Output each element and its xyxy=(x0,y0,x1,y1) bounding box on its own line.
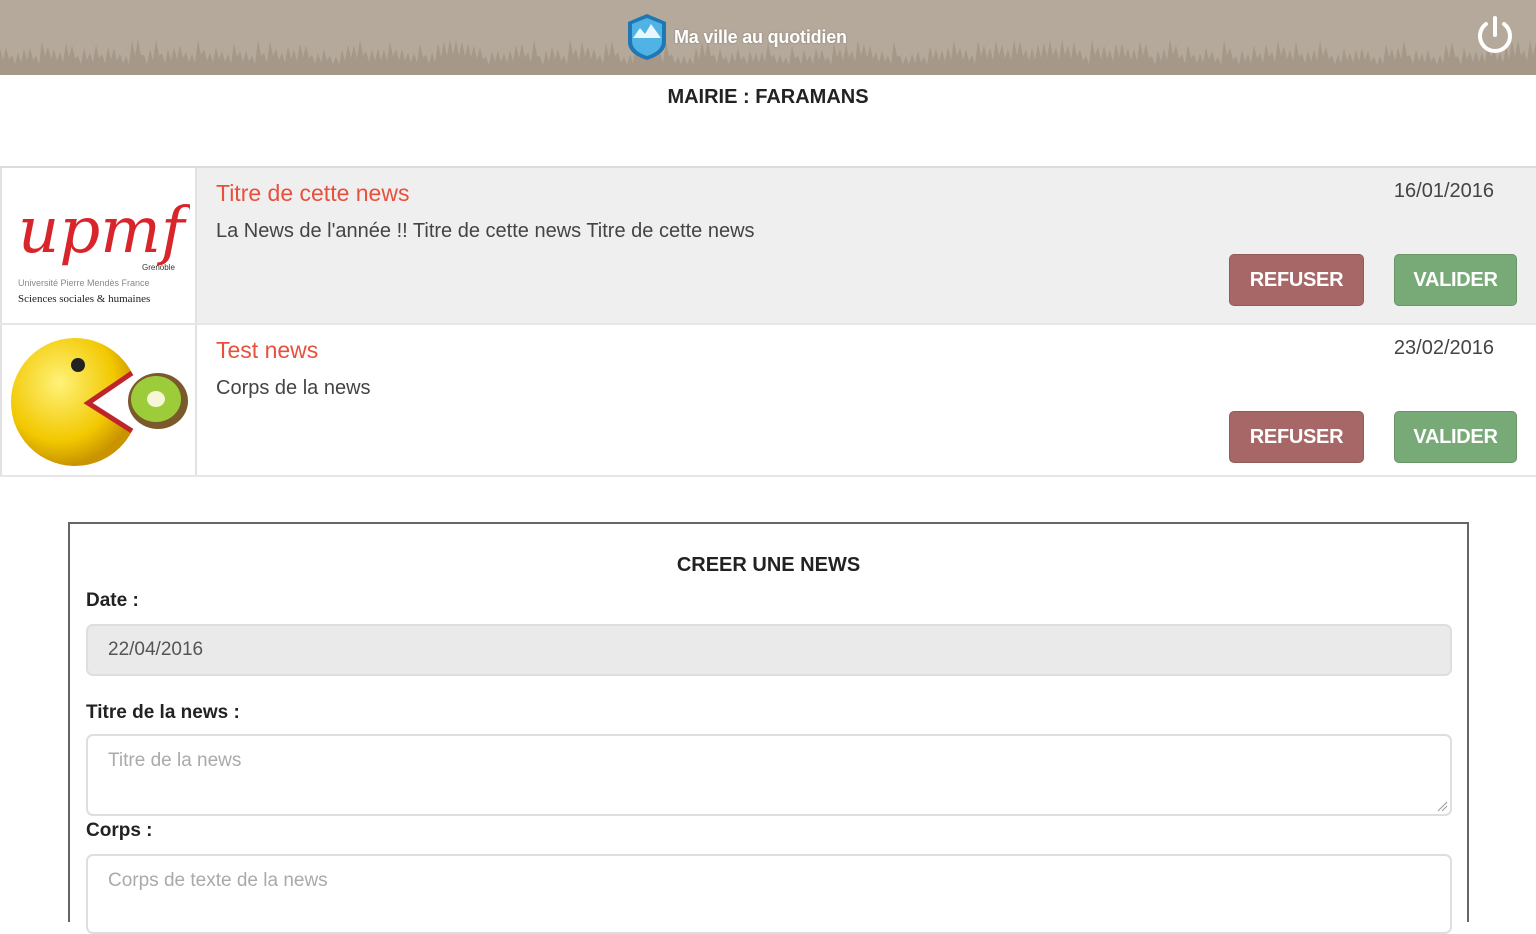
body-label: Corps : xyxy=(86,820,153,841)
news-body-placeholder: Corps de texte de la news xyxy=(108,870,328,891)
power-icon[interactable] xyxy=(1472,13,1518,59)
title-label: Titre de la news : xyxy=(86,702,240,723)
news-body: Corps de la news xyxy=(216,377,371,399)
top-header-bar: Ma ville au quotidien xyxy=(0,0,1536,75)
upmf-city: Grenoble xyxy=(142,263,175,272)
news-item: upmf Grenoble Université Pierre Mendès F… xyxy=(0,168,1536,325)
app-brand: Ma ville au quotidien xyxy=(624,12,847,62)
news-date: 16/01/2016 xyxy=(1393,180,1494,202)
date-label: Date : xyxy=(86,590,139,611)
upmf-logo-image: upmf Grenoble Université Pierre Mendès F… xyxy=(10,174,190,314)
form-heading: CREER UNE NEWS xyxy=(676,554,861,576)
news-thumbnail xyxy=(0,325,197,475)
upmf-wordmark: upmf xyxy=(18,194,190,268)
news-title-placeholder: Titre de la news xyxy=(108,750,242,771)
validate-button[interactable]: VALIDER xyxy=(1394,411,1517,463)
mairie-heading: MAIRIE : FARAMANS xyxy=(667,86,869,108)
news-date: 23/02/2016 xyxy=(1393,337,1494,359)
shield-logo-icon xyxy=(628,14,666,60)
resize-handle-icon[interactable] xyxy=(1436,800,1448,812)
news-title-input[interactable]: Titre de la news xyxy=(86,734,1452,816)
validate-button[interactable]: VALIDER xyxy=(1394,254,1517,306)
upmf-university: Université Pierre Mendès France xyxy=(18,278,150,288)
news-title[interactable]: Test news xyxy=(216,337,318,364)
upmf-tagline: Sciences sociales & humaines xyxy=(18,293,150,305)
news-item: Test news 23/02/2016 Corps de la news RE… xyxy=(0,325,1536,477)
date-field[interactable]: 22/04/2016 xyxy=(86,624,1452,676)
news-list: upmf Grenoble Université Pierre Mendès F… xyxy=(0,166,1536,477)
news-body-input[interactable]: Corps de texte de la news xyxy=(86,854,1452,934)
create-news-form: CREER UNE NEWS Date : 22/04/2016 Titre d… xyxy=(68,522,1469,934)
news-title[interactable]: Titre de cette news xyxy=(216,180,409,207)
news-body: La News de l'année !! Titre de cette new… xyxy=(216,220,755,242)
refuse-button[interactable]: REFUSER xyxy=(1229,411,1364,463)
app-title: Ma ville au quotidien xyxy=(674,26,847,47)
refuse-button[interactable]: REFUSER xyxy=(1229,254,1364,306)
news-thumbnail: upmf Grenoble Université Pierre Mendès F… xyxy=(0,168,197,323)
pacman-kiwi-image xyxy=(10,338,188,466)
